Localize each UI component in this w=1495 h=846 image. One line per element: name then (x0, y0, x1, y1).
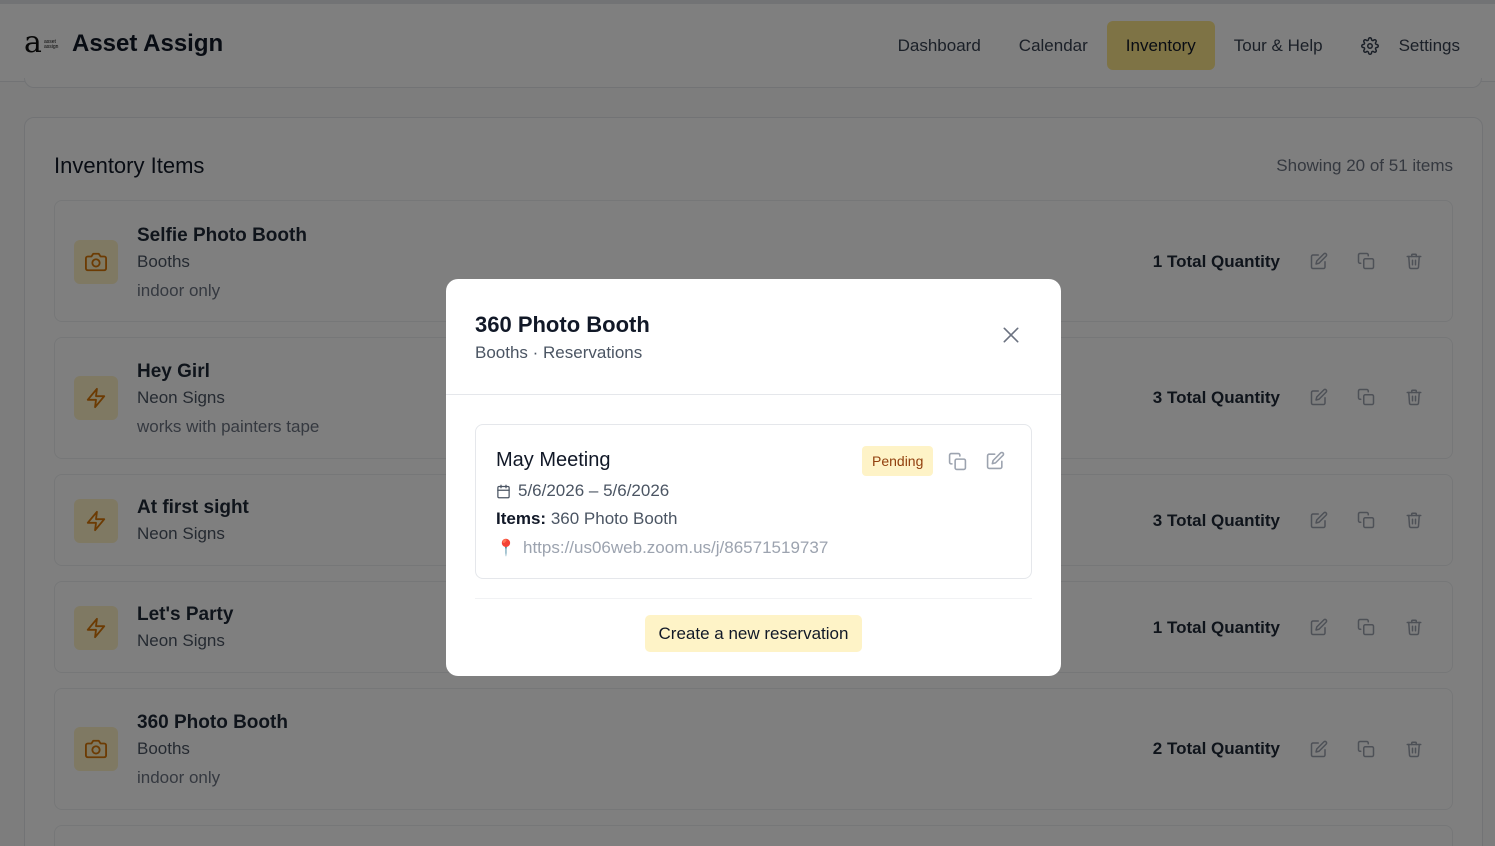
calendar-icon (497, 484, 510, 498)
reservation-location[interactable]: 📍 https://us06web.zoom.us/j/86571519737 (496, 538, 828, 558)
reservation-items-value: 360 Photo Booth (550, 509, 678, 528)
modal-footer-divider (475, 598, 1032, 599)
reservation-dates-text: 5/6/2026 – 5/6/2026 (518, 481, 670, 500)
modal-divider (446, 394, 1061, 395)
reservation-dates: 5/6/2026 – 5/6/2026 (496, 481, 669, 501)
reservations-modal: 360 Photo Booth Booths · Reservations Ma… (446, 279, 1061, 676)
status-badge: Pending (862, 446, 934, 476)
modal-title: 360 Photo Booth (475, 312, 650, 337)
copy-icon (948, 452, 966, 470)
reservation-items-label: Items: (496, 509, 547, 528)
edit-reservation-button[interactable] (984, 449, 1006, 471)
close-button[interactable] (1001, 325, 1021, 345)
reservation-location-link[interactable]: https://us06web.zoom.us/j/86571519737 (523, 538, 828, 558)
create-reservation-button[interactable]: Create a new reservation (645, 615, 862, 652)
reservation-card[interactable]: May Meeting Pending 5/6/2026 – 5/6/2026 … (475, 424, 1032, 579)
duplicate-reservation-button[interactable] (946, 450, 968, 472)
reservation-title: May Meeting (496, 449, 611, 471)
reservation-items: Items: 360 Photo Booth (496, 509, 677, 529)
modal-subtitle: Booths · Reservations (475, 343, 643, 362)
pin-icon: 📍 (496, 540, 516, 557)
close-icon (1003, 327, 1019, 343)
edit-icon (986, 451, 1004, 469)
